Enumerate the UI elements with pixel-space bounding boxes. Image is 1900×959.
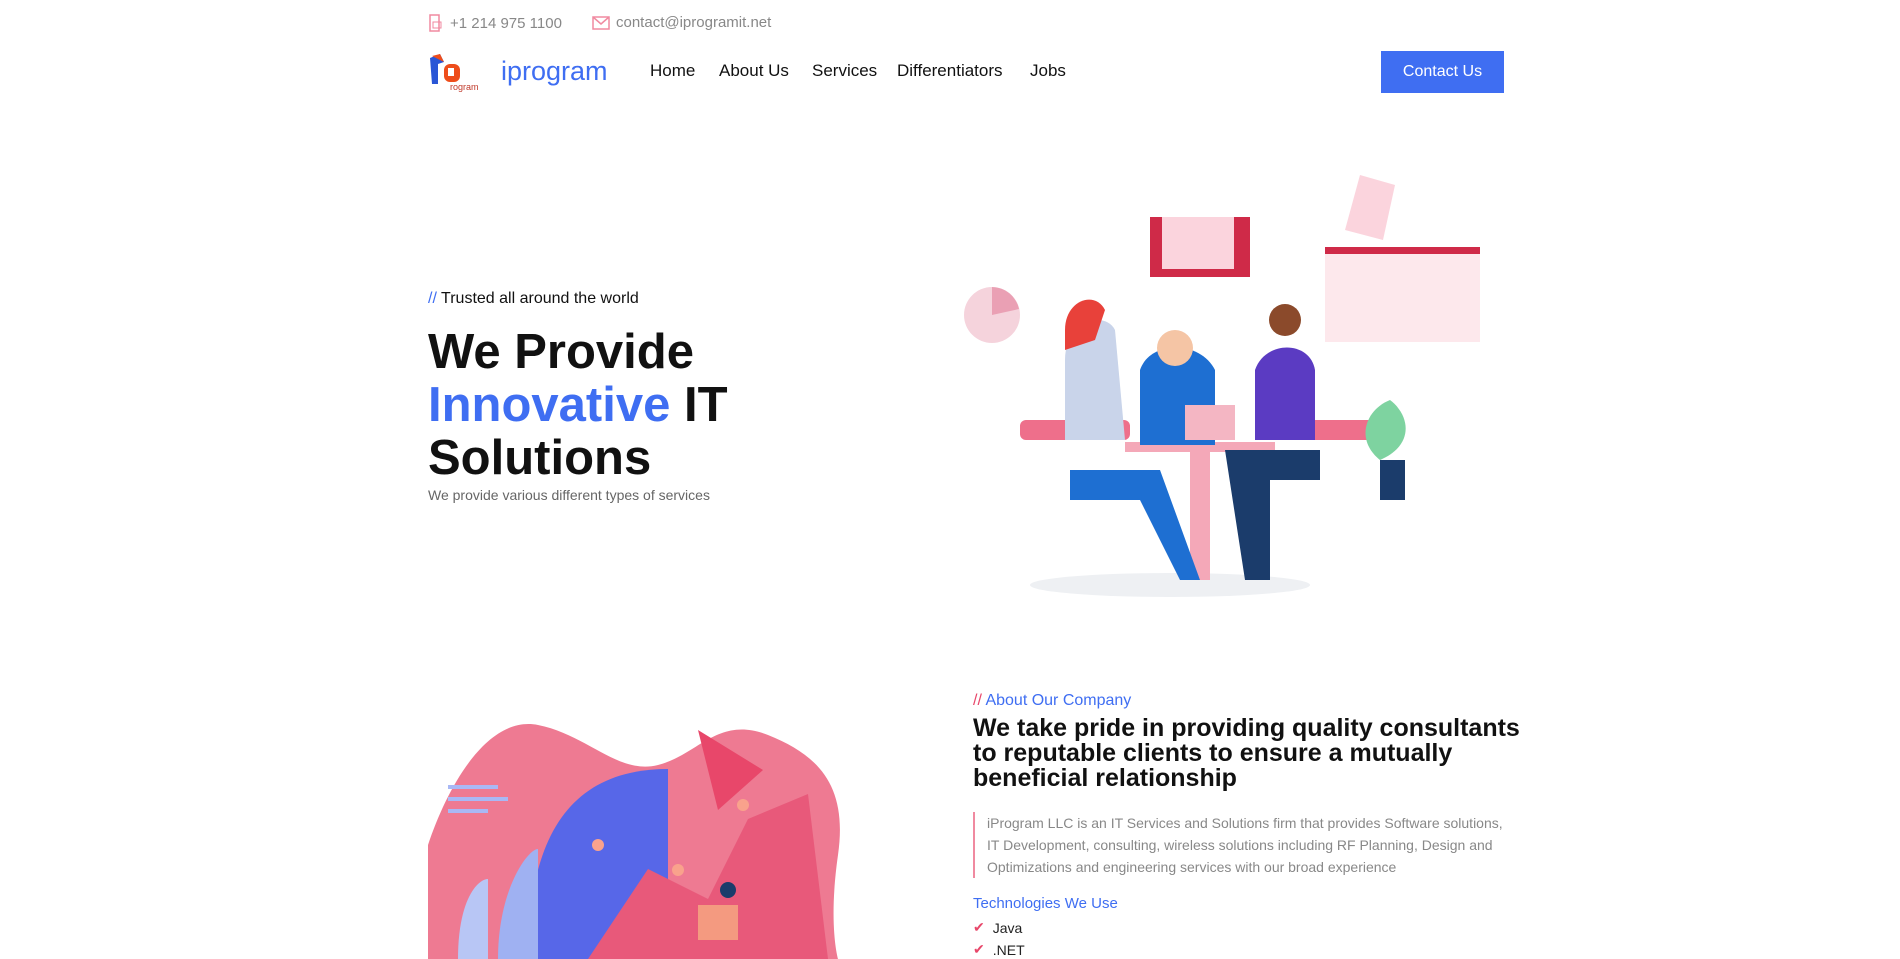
logo[interactable]: rogram xyxy=(428,54,486,92)
tagline-text: Trusted all around the world xyxy=(441,290,639,307)
check-circle-icon: ✔ xyxy=(973,941,985,957)
tech-title: Technologies We Use xyxy=(973,895,1118,912)
title-line2: IT xyxy=(683,378,728,432)
tech-item: ✔ .NET xyxy=(973,941,1025,958)
svg-text:rogram: rogram xyxy=(450,82,479,92)
tagline-slash: // xyxy=(428,290,437,307)
tech-label: .NET xyxy=(992,941,1025,958)
email-address: contact@iprogramit.net xyxy=(616,14,772,31)
tech-label: Java xyxy=(992,919,1023,936)
nav-services[interactable]: Services xyxy=(812,61,877,81)
about-paragraph: iProgram LLC is an IT Services and Solut… xyxy=(973,812,1513,878)
hero-title: We Provide Innovative IT Solutions xyxy=(428,326,828,485)
phone-contact[interactable]: +1 214 975 1100 xyxy=(428,14,562,32)
title-line3: Solutions xyxy=(428,431,652,485)
hero-subtitle: We provide various different types of se… xyxy=(428,487,710,503)
hero-illustration xyxy=(964,175,1480,597)
title-highlight: Innovative xyxy=(428,378,671,432)
nav-home[interactable]: Home xyxy=(650,61,695,81)
tech-item: ✔ Java xyxy=(973,919,1022,936)
fax-icon xyxy=(429,14,442,32)
brand-name[interactable]: iprogram xyxy=(501,56,608,87)
email-contact[interactable]: contact@iprogramit.net xyxy=(592,14,771,31)
about-label-text: About Our Company xyxy=(985,692,1132,709)
about-label: // About Our Company xyxy=(973,692,1131,710)
about-illustration xyxy=(428,724,840,959)
about-slash: // xyxy=(973,692,982,709)
nav-differentiators[interactable]: Differentiators xyxy=(897,61,1003,81)
phone-number: +1 214 975 1100 xyxy=(450,14,562,32)
title-line1: We Provide xyxy=(428,325,694,379)
check-circle-icon: ✔ xyxy=(973,919,985,935)
about-heading: We take pride in providing quality consu… xyxy=(973,714,1520,792)
mail-icon xyxy=(592,15,610,30)
nav-jobs[interactable]: Jobs xyxy=(1030,61,1066,81)
hero-tagline: // Trusted all around the world xyxy=(428,290,639,308)
nav-about-us[interactable]: About Us xyxy=(719,61,789,81)
contact-us-button[interactable]: Contact Us xyxy=(1381,51,1504,93)
